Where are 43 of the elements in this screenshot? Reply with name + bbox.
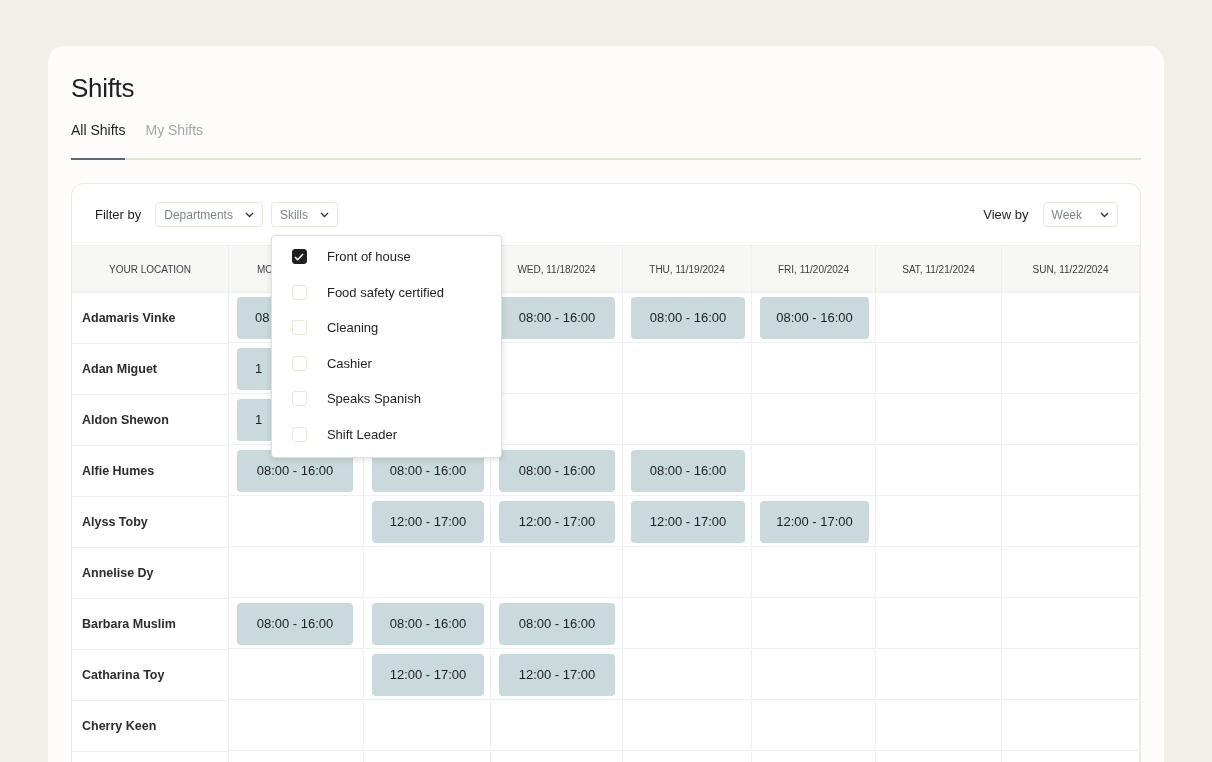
column-header: YOUR LOCATION xyxy=(72,245,229,293)
shift-block[interactable]: 08:00 - 16:00 xyxy=(631,449,745,492)
menu-item[interactable]: Speaks Spanish xyxy=(271,381,501,417)
employee-name: Alfie Humes xyxy=(72,446,229,497)
shift-block[interactable]: 08:00 - 16:00 xyxy=(237,602,353,645)
shift-block[interactable]: 08:00 - 16:00 xyxy=(499,296,615,339)
shift-block[interactable]: 12:00 - 17:00 xyxy=(499,500,615,543)
employee-name: Adan Miguet xyxy=(72,344,229,395)
employee-name: Barbara Muslim xyxy=(72,599,229,650)
filter-dropdown[interactable]: Skills xyxy=(270,202,338,227)
employee-name: Annelise Dy xyxy=(72,548,229,599)
checkbox[interactable] xyxy=(291,249,307,265)
shift-block[interactable]: 12:00 - 17:00 xyxy=(372,500,484,543)
filter-label: Filter by xyxy=(95,207,142,222)
view-label: View by xyxy=(983,207,1029,222)
chevron-down-icon xyxy=(244,211,254,218)
column-header: THU, 11/19/2024 xyxy=(623,245,752,293)
chevron-down-icon xyxy=(1100,211,1109,218)
employee-name: Alyss Toby xyxy=(72,497,229,548)
shift-block[interactable]: 12:00 - 17:00 xyxy=(631,500,745,543)
view-dropdown[interactable]: Week xyxy=(1042,202,1118,227)
menu-item[interactable]: Cashier xyxy=(271,345,501,381)
shift-block[interactable]: 12:00 - 17:00 xyxy=(760,500,869,543)
filter-dropdown[interactable]: Departments xyxy=(155,202,263,227)
shift-block[interactable]: 12:00 - 17:00 xyxy=(372,653,484,696)
shift-block[interactable]: 08:00 - 16:00 xyxy=(631,296,745,339)
employee-name: Aldon Shewon xyxy=(72,395,229,446)
page-title: Shifts xyxy=(71,72,136,104)
column-header: FRI, 11/20/2024 xyxy=(752,245,876,293)
shift-block[interactable]: 08:00 - 16:00 xyxy=(499,602,615,645)
column-header: SUN, 11/22/2024 xyxy=(1002,245,1140,293)
shift-block[interactable]: 08:00 - 16:00 xyxy=(760,296,869,339)
menu-item[interactable]: Cleaning xyxy=(271,310,501,346)
employee-name: Adamaris Vinke xyxy=(72,293,229,344)
shift-block[interactable]: 08:00 - 16:00 xyxy=(499,449,615,492)
shift-block[interactable]: 08:00 - 16:00 xyxy=(372,602,484,645)
tab[interactable]: All Shifts xyxy=(71,122,126,160)
employee-name: Cherry Keen xyxy=(72,701,229,752)
employee-name: Catharina Toy xyxy=(72,650,229,701)
shift-block[interactable]: 12:00 - 17:00 xyxy=(499,653,615,696)
column-header: SAT, 11/21/2024 xyxy=(876,245,1002,293)
chevron-down-icon xyxy=(319,211,329,218)
menu-item[interactable]: Shift Leader xyxy=(271,416,501,452)
